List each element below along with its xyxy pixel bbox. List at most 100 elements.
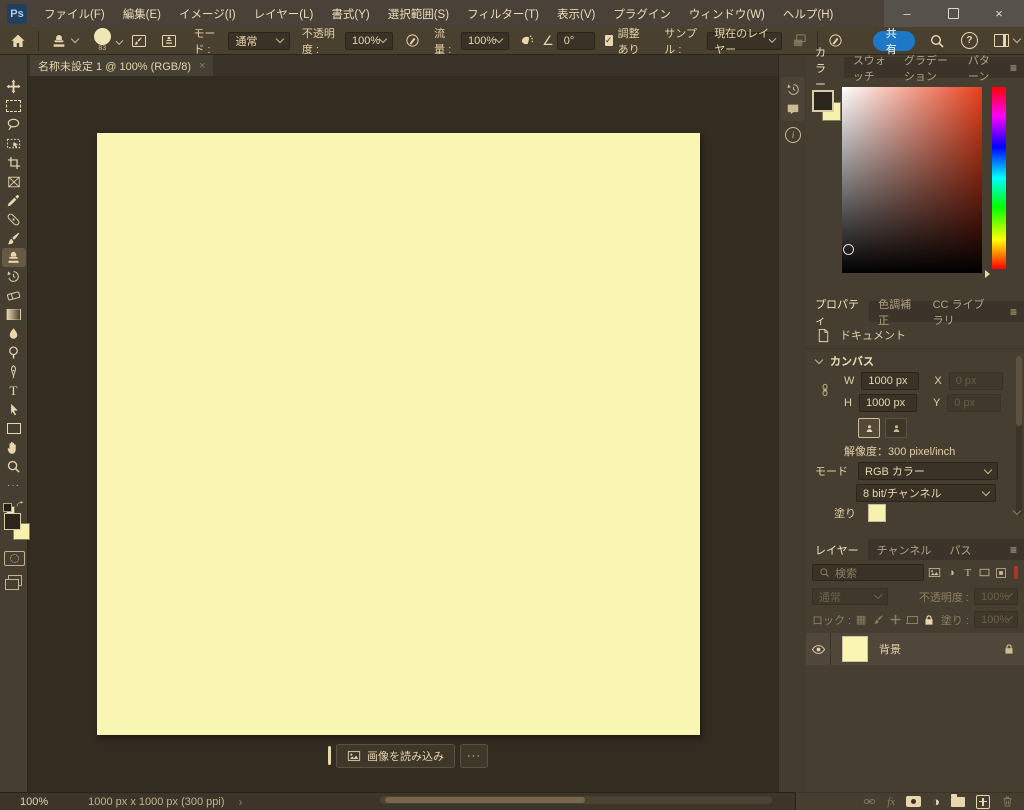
menu-type[interactable]: 書式(Y): [322, 0, 378, 27]
flow-select[interactable]: 100%: [461, 31, 510, 50]
menu-select[interactable]: 選択範囲(S): [379, 0, 458, 27]
tab-adjustments[interactable]: 色調補正: [869, 299, 924, 327]
pen-tool[interactable]: [2, 362, 26, 381]
history-panel-button[interactable]: [786, 82, 801, 97]
canvas-section-header[interactable]: カンバス: [806, 349, 1024, 373]
panel-menu-button[interactable]: ≡: [1003, 539, 1024, 560]
zoom-tool[interactable]: [2, 457, 26, 476]
layer-lock-icon[interactable]: [1003, 643, 1015, 655]
hue-slider-marker[interactable]: [985, 270, 990, 278]
add-layer-mask-button[interactable]: [906, 796, 922, 807]
brush-settings-panel-toggle[interactable]: [127, 29, 151, 53]
rectangle-tool[interactable]: [2, 419, 26, 438]
panel-menu-button[interactable]: ≡: [1003, 301, 1024, 322]
lock-image-pixels-button[interactable]: [871, 613, 885, 627]
new-layer-button[interactable]: [976, 794, 990, 809]
lock-transparent-pixels-button[interactable]: ▦: [854, 613, 868, 627]
tab-paths[interactable]: パス: [940, 539, 980, 560]
width-input[interactable]: 1000 px: [861, 372, 920, 390]
menu-image[interactable]: イメージ(I): [170, 0, 245, 27]
task-bar-more-button[interactable]: ···: [460, 743, 488, 768]
menu-filter[interactable]: フィルター(T): [458, 0, 548, 27]
quick-mask-button[interactable]: [4, 551, 25, 566]
landscape-orientation-button[interactable]: [885, 418, 907, 438]
home-button[interactable]: [6, 29, 30, 53]
search-button[interactable]: [925, 29, 949, 53]
color-field-selector[interactable]: [843, 244, 854, 255]
edit-toolbar-button[interactable]: ···: [2, 476, 26, 495]
dodge-tool[interactable]: [2, 343, 26, 362]
x-input[interactable]: 0 px: [948, 372, 1003, 390]
bit-depth-select[interactable]: 8 bit/チャンネル: [856, 484, 996, 502]
close-button[interactable]: ×: [976, 0, 1022, 27]
wh-link-toggle[interactable]: [818, 383, 832, 397]
menu-help[interactable]: ヘルプ(H): [774, 0, 842, 27]
color-mode-select[interactable]: RGB カラー: [858, 462, 998, 480]
panel-menu-button[interactable]: ≡: [1003, 57, 1024, 78]
layer-fill-select[interactable]: 100%: [974, 611, 1018, 628]
color-field[interactable]: [842, 87, 982, 273]
horizontal-scrollbar-thumb[interactable]: [385, 797, 585, 803]
filter-smart-objects-button[interactable]: [995, 566, 1007, 580]
tab-channels[interactable]: チャンネル: [868, 539, 941, 560]
brush-tool[interactable]: [2, 229, 26, 248]
tab-properties[interactable]: プロパティ: [806, 299, 870, 327]
workspace-switcher[interactable]: [990, 29, 1024, 53]
menu-layer[interactable]: レイヤー(L): [245, 0, 323, 27]
minimize-button[interactable]: –: [884, 0, 930, 27]
tab-patterns[interactable]: パターン: [959, 55, 1003, 83]
height-input[interactable]: 1000 px: [858, 394, 917, 412]
aligned-checkbox[interactable]: ✓: [604, 35, 613, 46]
lasso-tool[interactable]: [2, 115, 26, 134]
load-image-button[interactable]: 画像を読み込み: [336, 743, 455, 768]
filter-shape-layers-button[interactable]: [978, 566, 991, 580]
lock-position-button[interactable]: [888, 613, 902, 627]
pressure-opacity-toggle[interactable]: [401, 29, 424, 53]
menu-file[interactable]: ファイル(F): [35, 0, 114, 27]
tab-cc-libraries[interactable]: CC ライブラリ: [924, 299, 1003, 327]
layer-search-input[interactable]: 検索: [812, 564, 925, 581]
menu-window[interactable]: ウィンドウ(W): [680, 0, 774, 27]
canvas-fill-swatch[interactable]: [868, 504, 886, 522]
layer-style-fx-button[interactable]: fx: [887, 796, 895, 808]
healing-brush-tool[interactable]: [2, 210, 26, 229]
info-panel-button[interactable]: i: [785, 127, 801, 143]
tool-preset-button[interactable]: [47, 29, 82, 53]
tab-layers[interactable]: レイヤー: [806, 539, 868, 560]
filter-adjustment-layers-button[interactable]: ◑: [945, 566, 957, 580]
path-selection-tool[interactable]: [2, 400, 26, 419]
add-adjustment-layer-button[interactable]: ◑: [932, 794, 940, 809]
help-button[interactable]: ?: [957, 29, 982, 53]
menu-view[interactable]: 表示(V): [548, 0, 604, 27]
new-group-button[interactable]: [951, 793, 965, 807]
blur-tool[interactable]: [2, 324, 26, 343]
type-tool[interactable]: T: [2, 381, 26, 400]
marquee-tool[interactable]: [2, 96, 26, 115]
background-layer-row[interactable]: 背景: [806, 633, 1024, 665]
clone-source-panel-toggle[interactable]: [157, 29, 181, 53]
document-tab[interactable]: 名称未設定 1 @ 100% (RGB/8) ×: [30, 55, 214, 76]
link-layers-icon[interactable]: [863, 795, 876, 808]
maximize-button[interactable]: [930, 0, 976, 27]
tab-swatches[interactable]: スウォッチ: [844, 55, 895, 83]
foreground-color-well[interactable]: [812, 90, 834, 112]
zoom-level[interactable]: 100%: [20, 796, 48, 808]
opacity-select[interactable]: 100%: [345, 31, 394, 50]
layer-blend-mode-select[interactable]: 通常: [812, 588, 888, 605]
tab-color[interactable]: カラー: [806, 47, 844, 91]
portrait-orientation-button[interactable]: [858, 418, 880, 438]
canvas[interactable]: [97, 133, 700, 735]
tab-gradients[interactable]: グラデーション: [895, 55, 959, 83]
move-tool[interactable]: [2, 77, 26, 96]
comments-panel-button[interactable]: [786, 102, 800, 116]
eyedropper-tool[interactable]: [2, 191, 26, 210]
lock-artboard-button[interactable]: [905, 613, 919, 627]
hand-tool[interactable]: [2, 438, 26, 457]
hue-slider[interactable]: [992, 87, 1006, 269]
airbrush-toggle[interactable]: [515, 29, 538, 53]
menu-edit[interactable]: 編集(E): [114, 0, 170, 27]
properties-scrollbar[interactable]: [1016, 356, 1022, 516]
object-selection-tool[interactable]: [2, 134, 26, 153]
task-bar-drag-handle[interactable]: [328, 746, 331, 765]
gradient-tool[interactable]: [2, 305, 26, 324]
